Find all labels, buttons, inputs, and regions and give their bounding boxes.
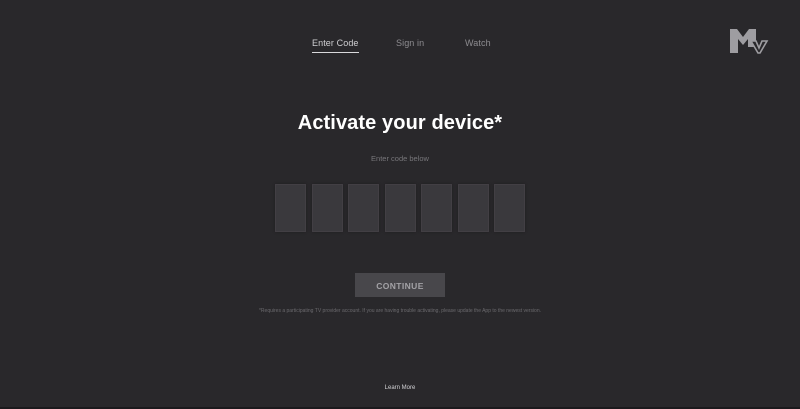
learn-more-link[interactable]: Learn More — [385, 385, 416, 391]
disclaimer-text: *Requires a participating TV provider ac… — [258, 308, 542, 314]
mtv-logo-icon — [730, 29, 769, 54]
code-input-3[interactable] — [348, 184, 379, 232]
step-enter-code[interactable]: Enter Code — [312, 37, 359, 53]
step-sign-in[interactable]: Sign in — [396, 37, 424, 49]
code-input-5[interactable] — [421, 184, 452, 232]
learn-more-container: Learn More — [0, 384, 800, 392]
code-input-7[interactable] — [494, 184, 525, 232]
continue-button[interactable]: CONTINUE — [355, 273, 445, 297]
steps-nav: Enter Code Sign in Watch — [0, 37, 800, 57]
code-input-4[interactable] — [385, 184, 416, 232]
page-title: Activate your device* — [297, 112, 503, 134]
code-input-group — [275, 184, 527, 232]
code-input-6[interactable] — [458, 184, 489, 232]
code-input-1[interactable] — [275, 184, 306, 232]
step-watch[interactable]: Watch — [465, 37, 491, 49]
code-input-2[interactable] — [312, 184, 343, 232]
activation-page: Enter Code Sign in Watch Activate your d… — [0, 0, 800, 409]
code-instructions: Enter code below — [371, 154, 429, 163]
